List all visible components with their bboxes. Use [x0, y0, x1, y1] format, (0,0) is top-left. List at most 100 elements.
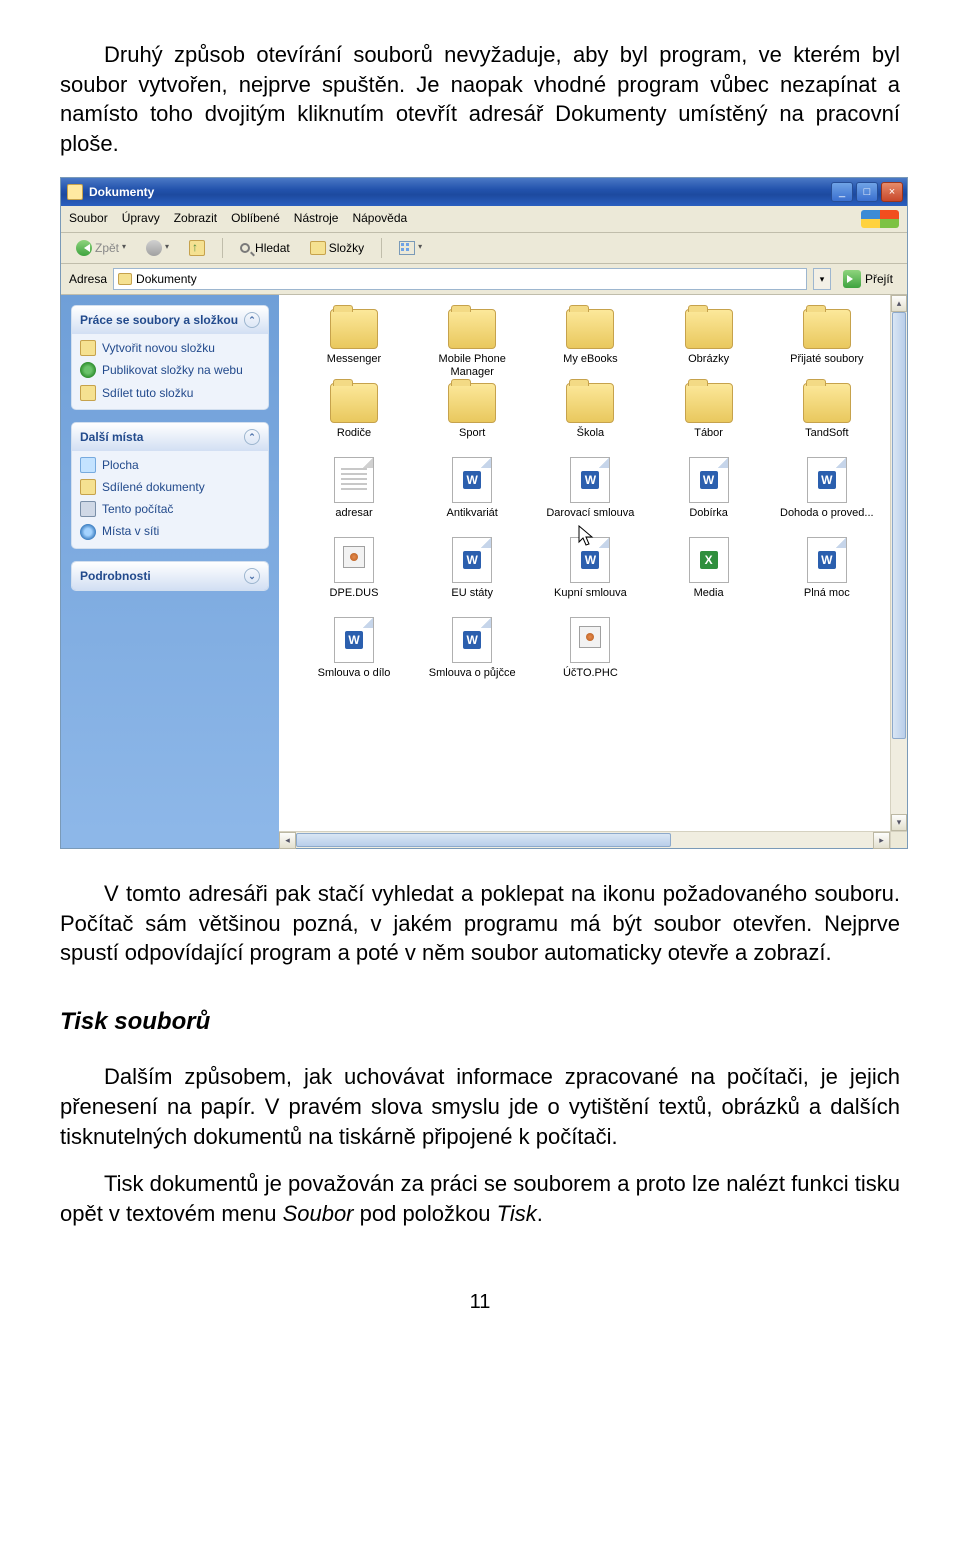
minimize-button[interactable]: _ — [831, 182, 853, 202]
sidebar-shared-documents[interactable]: Sdílené dokumenty — [80, 479, 260, 495]
scroll-down-button[interactable]: ▾ — [891, 814, 907, 831]
word-file-icon: W — [570, 457, 610, 503]
file-item[interactable]: XMedia — [654, 537, 764, 613]
paragraph-2: V tomto adresáři pak stačí vyhledat a po… — [60, 879, 900, 968]
generic-file-icon — [334, 537, 374, 583]
windows-logo-icon — [861, 210, 899, 228]
file-item[interactable]: WDohoda o proved... — [772, 457, 882, 533]
file-item[interactable]: adresar — [299, 457, 409, 533]
views-button[interactable]: ▾ — [392, 238, 429, 258]
folder-icon — [803, 383, 851, 423]
vertical-scrollbar[interactable]: ▴ ▾ — [890, 295, 907, 831]
paragraph-1: Druhý způsob otevírání souborů nevyžaduj… — [60, 40, 900, 159]
file-label: Sport — [459, 427, 485, 453]
file-label: Dohoda o proved... — [780, 507, 874, 533]
file-label: Messenger — [327, 353, 381, 379]
file-label: My eBooks — [563, 353, 617, 379]
word-file-icon: W — [570, 537, 610, 583]
scroll-up-button[interactable]: ▴ — [891, 295, 907, 312]
folder-icon — [330, 309, 378, 349]
details-panel: Podrobnosti⌄ — [71, 561, 269, 591]
sidebar-share[interactable]: Sdílet tuto složku — [80, 385, 260, 401]
file-item[interactable]: Tábor — [654, 383, 764, 453]
file-item[interactable]: TandSoft — [772, 383, 882, 453]
back-arrow-icon — [76, 240, 92, 256]
titlebar[interactable]: Dokumenty _ □ × — [61, 178, 907, 206]
file-label: Dobírka — [689, 507, 728, 533]
text-file-icon — [334, 457, 374, 503]
places-panel-header[interactable]: Další místa⌃ — [72, 423, 268, 451]
share-folder-icon — [80, 385, 96, 401]
scroll-left-button[interactable]: ◂ — [279, 832, 296, 849]
chevron-up-icon: ⌃ — [244, 429, 260, 445]
file-label: Kupní smlouva — [554, 587, 627, 613]
file-item[interactable]: WEU státy — [417, 537, 527, 613]
back-button[interactable]: Zpět ▾ — [69, 237, 133, 259]
file-label: Smlouva o půjčce — [429, 667, 516, 693]
computer-icon — [80, 501, 96, 517]
horizontal-scrollbar[interactable]: ◂ ▸ — [279, 831, 890, 848]
sidebar: Práce se soubory a složkou⌃ Vytvořit nov… — [61, 295, 279, 831]
details-panel-header[interactable]: Podrobnosti⌄ — [72, 562, 268, 590]
icon-grid[interactable]: Messenger Mobile Phone Manager My eBooks Ob… — [279, 295, 890, 831]
excel-file-icon: X — [689, 537, 729, 583]
file-item[interactable]: WPlná moc — [772, 537, 882, 613]
file-item[interactable]: Obrázky — [654, 309, 764, 379]
menu-view[interactable]: Zobrazit — [174, 210, 217, 228]
go-button[interactable]: Přejít — [837, 268, 899, 290]
shared-folder-icon — [80, 479, 96, 495]
file-item[interactable]: Mobile Phone Manager — [417, 309, 527, 379]
page-number: 11 — [60, 1289, 900, 1316]
sidebar-network[interactable]: Místa v síti — [80, 523, 260, 539]
menu-edit[interactable]: Úpravy — [122, 210, 160, 228]
scroll-right-button[interactable]: ▸ — [873, 832, 890, 849]
section-heading: Tisk souborů — [60, 1006, 900, 1038]
file-item[interactable]: W Kupní smlouva — [535, 537, 645, 613]
file-item[interactable]: WDobírka — [654, 457, 764, 533]
paragraph-4: Tisk dokumentů je považován za práci se … — [60, 1169, 900, 1228]
menu-file[interactable]: Soubor — [69, 210, 108, 228]
file-item[interactable]: WDarovací smlouva — [535, 457, 645, 533]
file-label: ÚčTO.PHC — [563, 667, 618, 693]
file-item[interactable]: Škola — [535, 383, 645, 453]
folders-button[interactable]: Složky — [303, 237, 371, 259]
sidebar-publish[interactable]: Publikovat složky na webu — [80, 362, 260, 378]
network-icon — [80, 524, 96, 540]
maximize-button[interactable]: □ — [856, 182, 878, 202]
file-item[interactable]: WSmlouva o dílo — [299, 617, 409, 693]
folder-icon — [448, 309, 496, 349]
sidebar-desktop[interactable]: Plocha — [80, 457, 260, 473]
menu-help[interactable]: Nápověda — [352, 210, 407, 228]
word-file-icon: W — [452, 457, 492, 503]
menu-favorites[interactable]: Oblíbené — [231, 210, 280, 228]
file-item[interactable]: Rodiče — [299, 383, 409, 453]
address-field[interactable]: Dokumenty — [113, 268, 807, 290]
scroll-thumb[interactable] — [892, 312, 906, 739]
file-item[interactable]: Přijaté soubory — [772, 309, 882, 379]
word-file-icon: W — [452, 617, 492, 663]
forward-button: ▾ — [139, 237, 176, 259]
sidebar-computer[interactable]: Tento počítač — [80, 501, 260, 517]
file-item[interactable]: W Smlouva o půjčce — [417, 617, 527, 693]
file-item[interactable]: ÚčTO.PHC — [535, 617, 645, 693]
file-item[interactable]: Messenger — [299, 309, 409, 379]
menu-tools[interactable]: Nástroje — [294, 210, 339, 228]
up-button[interactable] — [182, 237, 212, 259]
file-item[interactable]: DPE.DUS — [299, 537, 409, 613]
file-item[interactable]: Sport — [417, 383, 527, 453]
folder-icon — [566, 309, 614, 349]
address-dropdown[interactable]: ▾ — [813, 268, 831, 290]
file-label: Tábor — [694, 427, 723, 453]
close-button[interactable]: × — [881, 182, 903, 202]
search-icon — [240, 243, 250, 253]
tasks-panel-header[interactable]: Práce se soubory a složkou⌃ — [72, 306, 268, 334]
folder-icon — [118, 273, 132, 285]
up-folder-icon — [189, 240, 205, 256]
search-button[interactable]: Hledat — [233, 237, 297, 259]
views-icon — [399, 241, 415, 255]
scroll-thumb-h[interactable] — [296, 833, 671, 847]
file-item[interactable]: WAntikvariát — [417, 457, 527, 533]
generic-file-icon — [570, 617, 610, 663]
file-item[interactable]: My eBooks — [535, 309, 645, 379]
sidebar-new-folder[interactable]: Vytvořit novou složku — [80, 340, 260, 356]
